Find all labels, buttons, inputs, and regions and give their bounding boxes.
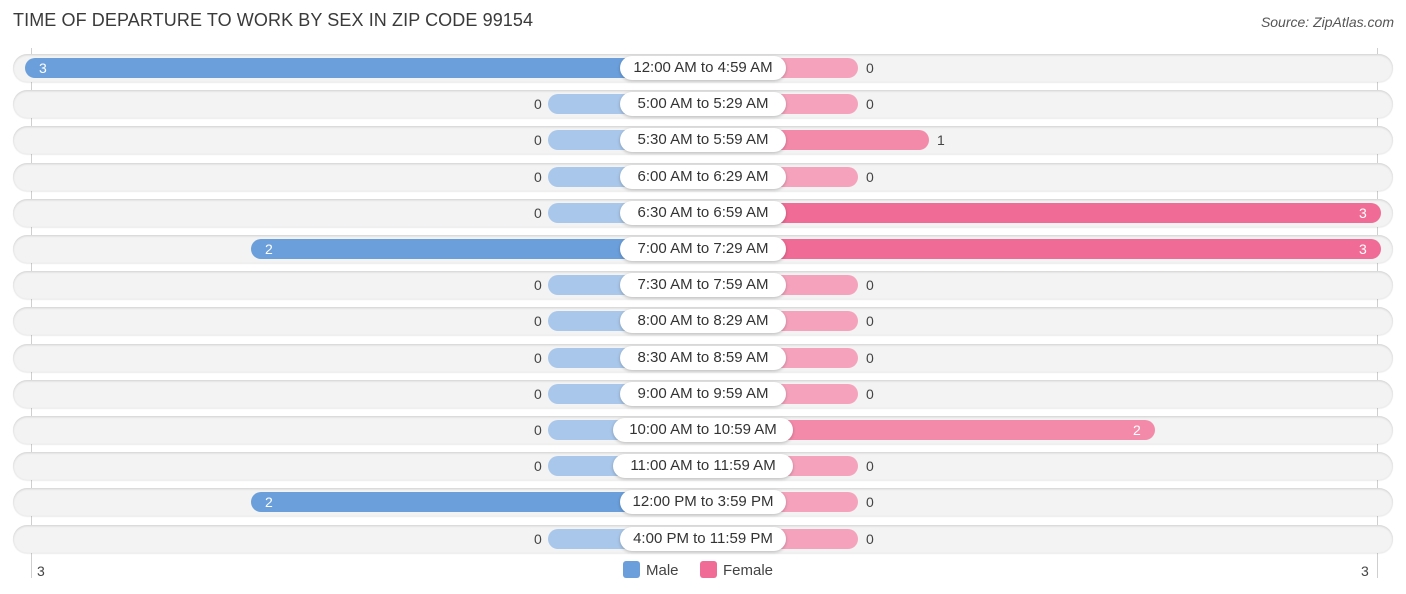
- female-bar[interactable]: [703, 203, 1381, 223]
- female-swatch: [700, 561, 717, 578]
- male-value-label: 0: [534, 96, 542, 112]
- category-label: 8:00 AM to 8:29 AM: [620, 309, 786, 333]
- female-value-label: 0: [866, 386, 874, 402]
- female-value-label: 0: [866, 277, 874, 293]
- legend-label-male: Male: [646, 562, 679, 579]
- category-label: 6:30 AM to 6:59 AM: [620, 201, 786, 225]
- category-label: 8:30 AM to 8:59 AM: [620, 346, 786, 370]
- female-value-label: 0: [866, 96, 874, 112]
- chart-area: 3 0 12:00 AM to 4:59 AM 0 0 5:00 AM to 5:29 A…: [0, 0, 1406, 594]
- male-value-label: 0: [534, 313, 542, 329]
- female-value-label: 0: [866, 458, 874, 474]
- legend-item-female[interactable]: Female: [700, 561, 773, 580]
- female-value-label: 0: [866, 169, 874, 185]
- male-bar[interactable]: [25, 58, 703, 78]
- male-value-label: 0: [534, 205, 542, 221]
- female-value-label: 3: [1359, 205, 1367, 221]
- category-label: 12:00 AM to 4:59 AM: [620, 56, 786, 80]
- category-label: 5:30 AM to 5:59 AM: [620, 128, 786, 152]
- female-value-label: 0: [866, 531, 874, 547]
- male-value-label: 0: [534, 422, 542, 438]
- category-label: 11:00 AM to 11:59 AM: [613, 454, 793, 478]
- category-label: 7:30 AM to 7:59 AM: [620, 273, 786, 297]
- category-label: 10:00 AM to 10:59 AM: [613, 418, 793, 442]
- female-value-label: 0: [866, 350, 874, 366]
- category-label: 7:00 AM to 7:29 AM: [620, 237, 786, 261]
- legend: Male Female: [0, 561, 1406, 581]
- male-value-label: 2: [265, 494, 273, 510]
- female-value-label: 2: [1133, 422, 1141, 438]
- female-value-label: 1: [937, 132, 945, 148]
- legend-item-male[interactable]: Male: [623, 561, 679, 580]
- male-swatch: [623, 561, 640, 578]
- female-value-label: 3: [1359, 241, 1367, 257]
- male-value-label: 0: [534, 132, 542, 148]
- male-value-label: 0: [534, 350, 542, 366]
- category-label: 9:00 AM to 9:59 AM: [620, 382, 786, 406]
- female-value-label: 0: [866, 313, 874, 329]
- category-label: 12:00 PM to 3:59 PM: [620, 490, 786, 514]
- category-label: 4:00 PM to 11:59 PM: [620, 527, 786, 551]
- category-label: 5:00 AM to 5:29 AM: [620, 92, 786, 116]
- female-value-label: 0: [866, 494, 874, 510]
- male-value-label: 0: [534, 458, 542, 474]
- male-value-label: 0: [534, 277, 542, 293]
- male-value-label: 2: [265, 241, 273, 257]
- female-bar[interactable]: [703, 239, 1381, 259]
- male-value-label: 0: [534, 531, 542, 547]
- male-value-label: 0: [534, 169, 542, 185]
- male-value-label: 0: [534, 386, 542, 402]
- female-value-label: 0: [866, 60, 874, 76]
- legend-label-female: Female: [723, 562, 774, 579]
- male-value-label: 3: [39, 60, 47, 76]
- category-label: 6:00 AM to 6:29 AM: [620, 165, 786, 189]
